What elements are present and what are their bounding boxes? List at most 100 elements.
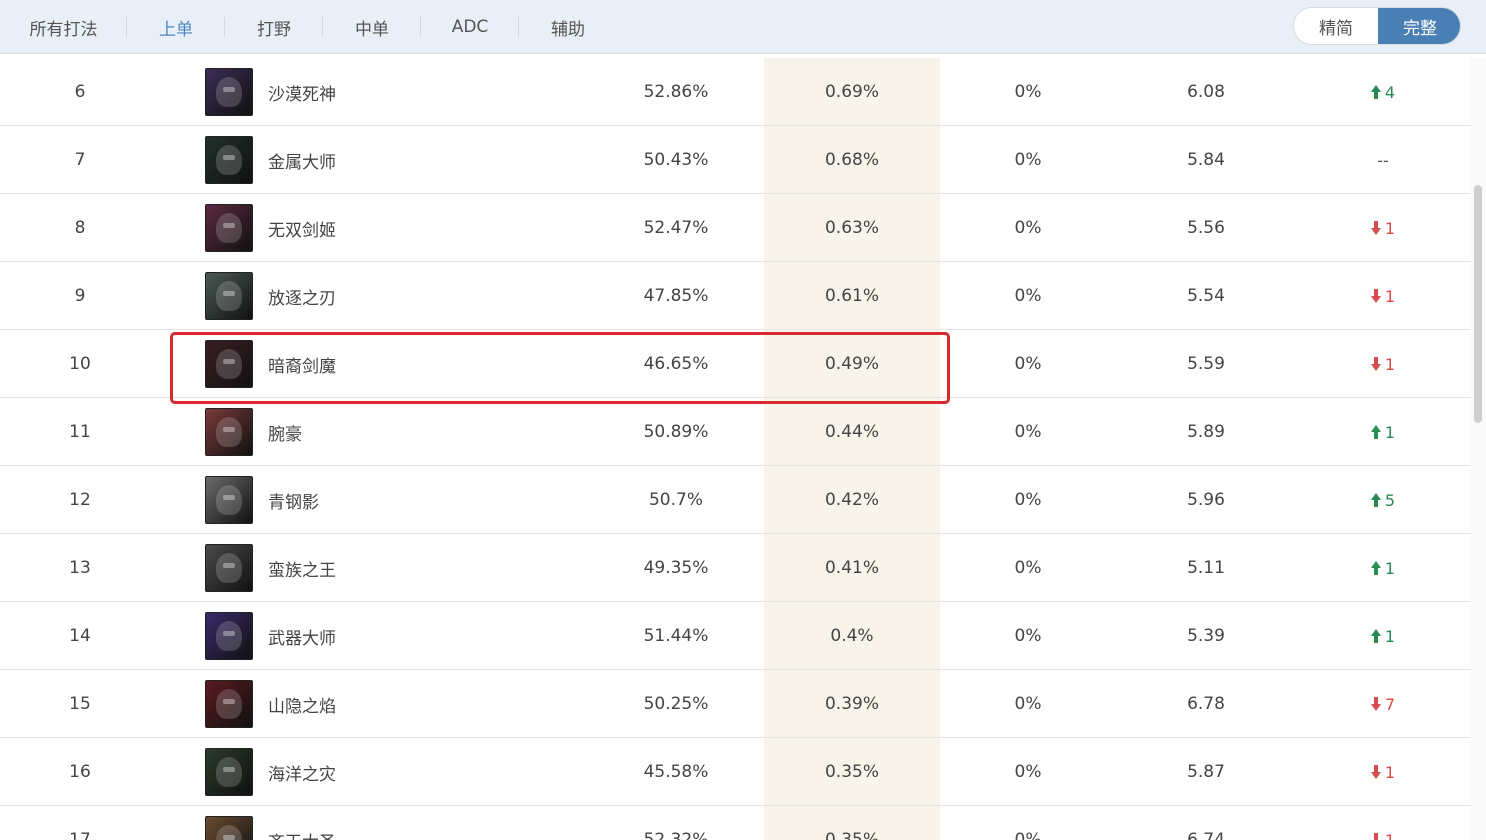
tab-support[interactable]: 辅助 bbox=[519, 0, 617, 54]
view-mode-toggle: 精简 完整 bbox=[1293, 7, 1461, 45]
tab-all-roles[interactable]: 所有打法 bbox=[0, 0, 127, 54]
champion-name[interactable]: 海洋之灾 bbox=[268, 760, 336, 785]
trend-cell: 1 bbox=[1295, 262, 1471, 330]
win-rate-cell: 46.65% bbox=[643, 354, 709, 374]
rank-cell: 7 bbox=[74, 150, 86, 170]
rank-cell: 14 bbox=[69, 626, 91, 646]
champion-cell[interactable]: 沙漠死神 bbox=[205, 58, 505, 126]
ban-rate-cell: 0% bbox=[1014, 82, 1042, 102]
rank-change-value: 1 bbox=[1384, 354, 1396, 374]
table-row[interactable]: 9 放逐之刃 47.85% 0.61% 0% 5.54 1 bbox=[0, 262, 1471, 330]
champion-name[interactable]: 蛮族之王 bbox=[268, 556, 336, 581]
pick-rate-cell: 0.39% bbox=[824, 694, 879, 714]
scrollbar-track[interactable] bbox=[1471, 58, 1486, 840]
arrow-down-icon bbox=[1370, 289, 1381, 303]
champion-cell[interactable]: 无双剑姬 bbox=[205, 194, 505, 262]
table-row[interactable]: 16 海洋之灾 45.58% 0.35% 0% 5.87 1 bbox=[0, 738, 1471, 806]
champion-cell[interactable]: 武器大师 bbox=[205, 602, 505, 670]
tab-top[interactable]: 上单 bbox=[127, 0, 225, 54]
champion-avatar[interactable] bbox=[205, 680, 253, 728]
full-view-button[interactable]: 完整 bbox=[1378, 8, 1460, 44]
role-tabs: 所有打法 上单 打野 中单 ADC 辅助 bbox=[0, 0, 617, 54]
champion-avatar[interactable] bbox=[205, 612, 253, 660]
arrow-down-icon bbox=[1370, 221, 1381, 235]
ban-rate-cell: 0% bbox=[1014, 558, 1042, 578]
champion-name[interactable]: 武器大师 bbox=[268, 624, 336, 649]
rank-cell: 13 bbox=[69, 558, 91, 578]
ban-rate-cell: 0% bbox=[1014, 422, 1042, 442]
arrow-up-icon bbox=[1370, 629, 1381, 643]
champion-name[interactable]: 山隐之焰 bbox=[268, 692, 336, 717]
pick-rate-cell: 0.68% bbox=[824, 150, 879, 170]
champion-cell[interactable]: 青钢影 bbox=[205, 466, 505, 534]
champion-cell[interactable]: 齐天大圣 bbox=[205, 806, 505, 840]
trend-cell: 1 bbox=[1295, 602, 1471, 670]
scrollbar-thumb[interactable] bbox=[1474, 185, 1482, 423]
table-row[interactable]: 10 暗裔剑魔 46.65% 0.49% 0% 5.59 1 bbox=[0, 330, 1471, 398]
champion-cell[interactable]: 金属大师 bbox=[205, 126, 505, 194]
table-row[interactable]: 13 蛮族之王 49.35% 0.41% 0% 5.11 1 bbox=[0, 534, 1471, 602]
table-row[interactable]: 11 腕豪 50.89% 0.44% 0% 5.89 1 bbox=[0, 398, 1471, 466]
table-row[interactable]: 12 青钢影 50.7% 0.42% 0% 5.96 5 bbox=[0, 466, 1471, 534]
champion-cell[interactable]: 暗裔剑魔 bbox=[205, 330, 505, 398]
win-rate-cell: 50.7% bbox=[648, 490, 703, 510]
table-row[interactable]: 14 武器大师 51.44% 0.4% 0% 5.39 1 bbox=[0, 602, 1471, 670]
champion-avatar[interactable] bbox=[205, 68, 253, 116]
rank-change: 1 bbox=[1370, 627, 1395, 646]
champion-avatar[interactable] bbox=[205, 272, 253, 320]
champion-name[interactable]: 沙漠死神 bbox=[268, 80, 336, 105]
tab-mid[interactable]: 中单 bbox=[323, 0, 421, 54]
role-filter-bar: 所有打法 上单 打野 中单 ADC 辅助 精简 完整 bbox=[0, 0, 1486, 54]
table-row[interactable]: 17 齐天大圣 52.32% 0.35% 0% 6.74 1 bbox=[0, 806, 1471, 840]
table-row[interactable]: 8 无双剑姬 52.47% 0.63% 0% 5.56 1 bbox=[0, 194, 1471, 262]
pick-rate-cell: 0.44% bbox=[824, 422, 879, 442]
rank-cell: 8 bbox=[74, 218, 86, 238]
tab-jungle[interactable]: 打野 bbox=[225, 0, 323, 54]
win-rate-cell: 52.47% bbox=[643, 218, 709, 238]
champion-name[interactable]: 放逐之刃 bbox=[268, 284, 336, 309]
arrow-up-icon bbox=[1370, 425, 1381, 439]
champion-cell[interactable]: 山隐之焰 bbox=[205, 670, 505, 738]
champion-avatar[interactable] bbox=[205, 340, 253, 388]
champion-cell[interactable]: 腕豪 bbox=[205, 398, 505, 466]
arrow-down-icon bbox=[1370, 357, 1381, 371]
rank-cell: 15 bbox=[69, 694, 91, 714]
score-cell: 5.54 bbox=[1187, 286, 1225, 306]
ban-rate-cell: 0% bbox=[1014, 354, 1042, 374]
rank-cell: 10 bbox=[69, 354, 91, 374]
table-row[interactable]: 7 金属大师 50.43% 0.68% 0% 5.84 -- bbox=[0, 126, 1471, 194]
tab-adc[interactable]: ADC bbox=[421, 0, 519, 54]
trend-cell: 1 bbox=[1295, 738, 1471, 806]
ban-rate-cell: 0% bbox=[1014, 626, 1042, 646]
champion-name[interactable]: 无双剑姬 bbox=[268, 216, 336, 241]
champion-name[interactable]: 青钢影 bbox=[268, 488, 319, 513]
trend-cell: 1 bbox=[1295, 194, 1471, 262]
champion-avatar[interactable] bbox=[205, 408, 253, 456]
champion-avatar[interactable] bbox=[205, 476, 253, 524]
table-row[interactable]: 6 沙漠死神 52.86% 0.69% 0% 6.08 4 bbox=[0, 58, 1471, 126]
champion-avatar[interactable] bbox=[205, 544, 253, 592]
win-rate-cell: 51.44% bbox=[643, 626, 709, 646]
champion-name[interactable]: 金属大师 bbox=[268, 148, 336, 173]
champion-name[interactable]: 齐天大圣 bbox=[268, 828, 336, 840]
champion-avatar[interactable] bbox=[205, 748, 253, 796]
trend-cell: 1 bbox=[1295, 534, 1471, 602]
rank-cell: 9 bbox=[74, 286, 86, 306]
score-cell: 6.08 bbox=[1187, 82, 1225, 102]
champion-name[interactable]: 暗裔剑魔 bbox=[268, 352, 336, 377]
table-row[interactable]: 15 山隐之焰 50.25% 0.39% 0% 6.78 7 bbox=[0, 670, 1471, 738]
rank-change: 5 bbox=[1370, 491, 1395, 510]
champion-avatar[interactable] bbox=[205, 136, 253, 184]
simple-view-button[interactable]: 精简 bbox=[1294, 8, 1378, 44]
ban-rate-cell: 0% bbox=[1014, 762, 1042, 782]
champion-cell[interactable]: 放逐之刃 bbox=[205, 262, 505, 330]
champion-name[interactable]: 腕豪 bbox=[268, 420, 302, 445]
rank-cell: 16 bbox=[69, 762, 91, 782]
champion-cell[interactable]: 海洋之灾 bbox=[205, 738, 505, 806]
rank-change: 1 bbox=[1370, 354, 1396, 374]
champion-cell[interactable]: 蛮族之王 bbox=[205, 534, 505, 602]
rank-change: 7 bbox=[1370, 695, 1395, 714]
champion-avatar[interactable] bbox=[205, 816, 253, 840]
champion-avatar[interactable] bbox=[205, 204, 253, 252]
trend-cell: 4 bbox=[1295, 58, 1471, 126]
